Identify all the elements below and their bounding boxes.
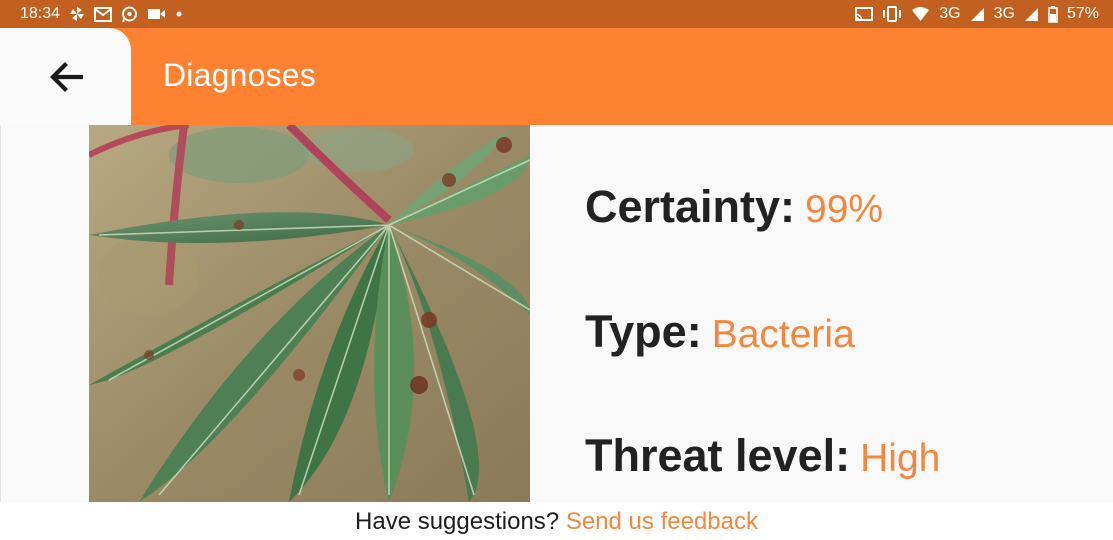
threat-level-value: High bbox=[860, 437, 941, 480]
certainty-row: Certainty: 99% bbox=[585, 181, 883, 233]
status-left: 18:34 bbox=[20, 5, 183, 23]
leaf-photo bbox=[89, 125, 530, 502]
status-bar: 18:34 3G 3G 57% bbox=[0, 0, 1113, 28]
dot-icon bbox=[175, 10, 183, 18]
signal-icon bbox=[970, 7, 985, 22]
arrow-left-icon bbox=[49, 61, 83, 93]
type-label: Type: bbox=[585, 306, 702, 357]
type-row: Type: Bacteria bbox=[585, 306, 855, 358]
threat-level-label: Threat level: bbox=[585, 430, 851, 481]
whatsapp-icon bbox=[121, 6, 138, 23]
type-value: Bacteria bbox=[711, 313, 855, 356]
battery-percent: 57% bbox=[1066, 5, 1099, 22]
network-type-1: 3G bbox=[939, 5, 961, 22]
suggestions-text: Have suggestions? bbox=[355, 508, 560, 535]
page-title: Diagnoses bbox=[163, 57, 317, 93]
diagnosis-info: Certainty: 99% Type: Bacteria Threat level… bbox=[585, 125, 1105, 502]
screen: 18:34 3G 3G 57% Diagnoses Certainty: 99%… bbox=[0, 0, 1113, 540]
feedback-footer: Have suggestions? Send us feedback bbox=[0, 502, 1113, 540]
diagnosis-content: Certainty: 99% Type: Bacteria Threat level… bbox=[0, 125, 1113, 502]
back-button[interactable] bbox=[0, 28, 131, 125]
wifi-icon bbox=[911, 6, 930, 22]
app-bar: Diagnoses bbox=[0, 28, 1113, 125]
network-type-2: 3G bbox=[993, 5, 1015, 22]
signal-icon-2 bbox=[1024, 7, 1039, 22]
video-call-icon bbox=[147, 7, 166, 21]
status-right: 3G 3G 57% bbox=[854, 5, 1099, 23]
battery-icon bbox=[1048, 5, 1058, 23]
cast-icon bbox=[854, 6, 874, 22]
certainty-value: 99% bbox=[805, 188, 884, 231]
certainty-label: Certainty: bbox=[585, 181, 796, 232]
gmail-icon bbox=[94, 6, 113, 22]
pinwheel-icon bbox=[69, 6, 85, 22]
status-time: 18:34 bbox=[20, 5, 61, 22]
vibrate-icon bbox=[882, 6, 902, 22]
threat-level-row: Threat level: High bbox=[585, 430, 940, 482]
send-feedback-link[interactable]: Send us feedback bbox=[566, 508, 758, 535]
